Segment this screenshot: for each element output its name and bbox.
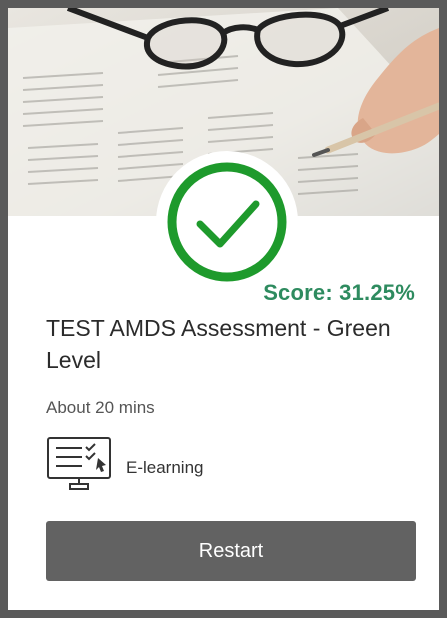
completion-badge <box>156 151 298 293</box>
content-type: E-learning <box>46 436 296 492</box>
score-label: Score: 31.25% <box>263 280 415 305</box>
elearning-monitor-icon <box>47 437 111 490</box>
restart-button[interactable]: Restart <box>46 521 416 581</box>
content-type-label: E-learning <box>126 458 204 477</box>
checkmark-circle-icon <box>167 162 287 282</box>
duration-text: About 20 mins <box>46 398 155 417</box>
course-title[interactable]: TEST AMDS Assessment - Green Level <box>46 312 406 376</box>
course-card: Score: 31.25% TEST AMDS Assessment - Gre… <box>8 8 439 610</box>
